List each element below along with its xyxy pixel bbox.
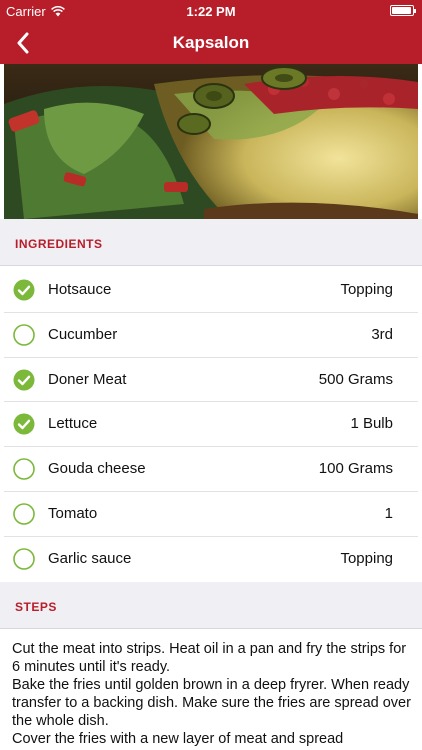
checkbox-icon[interactable] <box>13 369 35 391</box>
ingredient-quantity: 1 <box>384 504 393 522</box>
status-bar: Carrier 1:22 PM <box>0 0 422 22</box>
steps-title: STEPS <box>15 600 57 614</box>
ingredient-name: Lettuce <box>48 415 98 433</box>
nav-bar: Kapsalon <box>0 22 422 64</box>
list-item[interactable]: Gouda cheese 100 Grams <box>4 447 418 492</box>
ingredient-name: Tomato <box>48 504 98 522</box>
ingredient-quantity: 500 Grams <box>318 370 393 388</box>
list-item[interactable]: Cucumber 3rd <box>4 313 418 358</box>
checkbox-icon[interactable] <box>13 547 35 570</box>
list-item[interactable]: Garlic sauce Topping <box>4 537 418 582</box>
app-header: Carrier 1:22 PM Kapsalon <box>0 0 422 64</box>
ingredients-header: INGREDIENTS <box>0 219 422 266</box>
hero-image <box>4 64 418 219</box>
ingredient-quantity: 1 Bulb <box>350 415 393 433</box>
step-paragraph: Cut the meat into strips. Heat oil in a … <box>12 641 407 675</box>
ingredients-list: Hotsauce Topping Cucumber 3rd Doner Meat… <box>0 268 422 582</box>
ingredient-name: Hotsauce <box>48 281 112 298</box>
checkbox-icon[interactable] <box>13 413 35 435</box>
ingredients-title: INGREDIENTS <box>15 237 103 251</box>
ingredient-name: Garlic sauce <box>48 549 132 567</box>
step-paragraph: Cover the fries with a new layer of meat… <box>12 731 344 747</box>
ingredient-name: Cucumber <box>48 325 118 343</box>
checkbox-icon[interactable] <box>13 323 35 346</box>
ingredient-name: Gouda cheese <box>48 460 146 478</box>
ingredient-quantity: Topping <box>340 281 393 298</box>
step-paragraph: Bake the fries until golden brown in a d… <box>12 677 411 729</box>
dish-photo <box>4 64 418 219</box>
steps-text: Cut the meat into strips. Heat oil in a … <box>12 640 412 748</box>
status-time: 1:22 PM <box>186 4 236 19</box>
checkbox-icon[interactable] <box>13 458 35 480</box>
list-item[interactable]: Hotsauce Topping <box>4 268 418 313</box>
steps-header: STEPS <box>0 582 422 629</box>
checkbox-icon[interactable] <box>13 279 35 301</box>
checkbox-icon[interactable] <box>13 503 35 525</box>
ingredient-quantity: Topping <box>340 549 393 567</box>
ingredient-quantity: 3rd <box>371 325 393 343</box>
battery-level <box>392 7 411 14</box>
list-item[interactable]: Tomato 1 <box>4 492 418 537</box>
battery-icon <box>390 5 416 16</box>
list-item[interactable]: Lettuce 1 Bulb <box>4 402 418 448</box>
list-item[interactable]: Doner Meat 500 Grams <box>4 358 418 403</box>
page-title: Kapsalon <box>172 33 250 52</box>
ingredient-name: Doner Meat <box>48 370 127 388</box>
ingredient-quantity: 100 Grams <box>318 460 393 478</box>
